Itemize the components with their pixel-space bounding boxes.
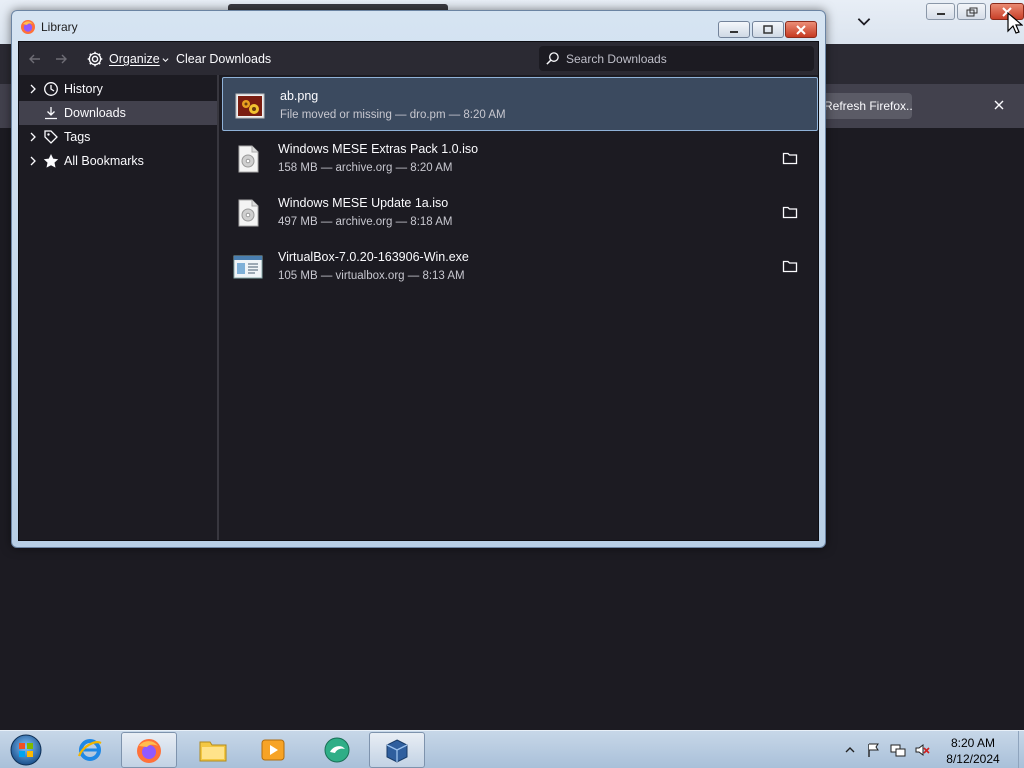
sidebar-item-history[interactable]: History	[19, 77, 217, 101]
sidebar-item-label: All Bookmarks	[64, 154, 144, 168]
show-desktop-button[interactable]	[1018, 731, 1024, 768]
folder-explorer-icon	[199, 741, 227, 762]
search-downloads-input[interactable]	[566, 51, 806, 66]
forward-arrow-icon	[56, 54, 67, 64]
clock-date: 8/12/2024	[946, 752, 1000, 766]
download-item[interactable]: ab.png File moved or missing — dro.pm — …	[222, 77, 818, 131]
internet-explorer-icon	[77, 739, 102, 761]
clock-time: 8:20 AM	[950, 736, 996, 750]
tab-list-chevron-icon[interactable]	[855, 12, 873, 30]
library-titlebar: Library	[20, 18, 78, 36]
sidebar-item-tags[interactable]: Tags	[19, 125, 217, 149]
sidebar-item-all-bookmarks[interactable]: All Bookmarks	[19, 149, 217, 173]
download-name: Windows MESE Update 1a.iso	[278, 196, 449, 210]
disc-file-icon	[238, 199, 259, 227]
notification-close-icon[interactable]	[992, 98, 1006, 112]
organize-button[interactable]: Organize	[86, 49, 169, 69]
sidebar-item-label: History	[64, 82, 103, 96]
search-icon	[546, 52, 559, 65]
library-minimize-button[interactable]	[718, 21, 750, 38]
taskbar-virtualbox[interactable]	[369, 732, 425, 768]
clear-downloads-button[interactable]: Clear Downloads	[176, 49, 271, 69]
image-file-icon	[235, 93, 265, 119]
taskbar: 8:20 AM 8/12/2024	[0, 730, 1024, 768]
downloads-list: ab.png File moved or missing — dro.pm — …	[221, 75, 818, 540]
refresh-firefox-button[interactable]: Refresh Firefox...	[812, 93, 912, 119]
sidebar-item-downloads[interactable]: Downloads	[19, 101, 217, 125]
volume-muted-icon[interactable]	[914, 742, 930, 758]
download-status: File moved or missing — dro.pm — 8:20 AM	[280, 109, 506, 121]
library-window: Library Organize Clear Downloads Search …	[11, 10, 826, 548]
download-status: 158 MB — archive.org — 8:20 AM	[278, 162, 453, 174]
download-item[interactable]: VirtualBox-7.0.20-163906-Win.exe 105 MB …	[221, 239, 818, 293]
messenger-icon	[324, 737, 350, 763]
download-item[interactable]: Windows MESE Extras Pack 1.0.iso 158 MB …	[221, 131, 818, 185]
sidebar-item-label: Tags	[64, 130, 91, 144]
media-player-icon	[261, 739, 285, 761]
download-status: 105 MB — virtualbox.org — 8:13 AM	[278, 270, 465, 282]
clock-icon	[44, 82, 58, 96]
taskbar-messenger[interactable]	[309, 732, 365, 768]
library-toolbar: Organize Clear Downloads	[19, 42, 818, 75]
firefox-logo-icon	[21, 20, 35, 34]
taskbar-media-player[interactable]	[245, 732, 301, 768]
tag-icon	[44, 130, 58, 144]
chevron-down-icon	[162, 57, 169, 62]
mouse-cursor-icon	[1007, 12, 1023, 34]
folder-icon[interactable]	[782, 204, 798, 220]
download-icon	[45, 107, 57, 120]
firefox-icon	[137, 739, 161, 763]
folder-icon[interactable]	[782, 258, 798, 274]
search-box[interactable]	[539, 46, 814, 71]
chevron-right-icon[interactable]	[28, 156, 38, 166]
taskbar-internet-explorer[interactable]	[62, 732, 118, 768]
gear-icon	[87, 51, 103, 67]
chevron-right-icon[interactable]	[28, 132, 38, 142]
library-body: Organize Clear Downloads History Downloa…	[18, 41, 819, 541]
forward-button[interactable]	[53, 49, 69, 69]
action-center-flag-icon[interactable]	[866, 742, 882, 758]
taskbar-firefox[interactable]	[121, 732, 177, 768]
download-name: Windows MESE Extras Pack 1.0.iso	[278, 142, 479, 156]
library-title: Library	[41, 20, 78, 34]
back-button[interactable]	[27, 49, 43, 69]
firefox-restore-button[interactable]	[957, 3, 986, 20]
exe-file-icon	[233, 255, 263, 279]
sidebar-item-label: Downloads	[64, 106, 126, 120]
download-item[interactable]: Windows MESE Update 1a.iso 497 MB — arch…	[221, 185, 818, 239]
firefox-minimize-button[interactable]	[926, 3, 955, 20]
folder-icon[interactable]	[782, 150, 798, 166]
library-sidebar: History Downloads Tags All Bookmarks	[19, 75, 219, 540]
library-maximize-button[interactable]	[752, 21, 784, 38]
star-icon	[43, 154, 59, 168]
download-name: VirtualBox-7.0.20-163906-Win.exe	[278, 250, 469, 264]
organize-label: Organize	[109, 52, 160, 66]
system-clock[interactable]: 8:20 AM 8/12/2024	[930, 735, 1016, 767]
download-status: 497 MB — archive.org — 8:18 AM	[278, 216, 453, 228]
virtualbox-icon	[386, 739, 408, 763]
back-arrow-icon	[29, 54, 40, 64]
network-icon[interactable]	[890, 742, 906, 758]
start-button-icon[interactable]	[6, 733, 46, 767]
show-hidden-icons-icon[interactable]	[844, 742, 856, 758]
download-name: ab.png	[280, 89, 319, 103]
taskbar-file-explorer[interactable]	[185, 732, 241, 768]
chevron-right-icon[interactable]	[28, 84, 38, 94]
disc-file-icon	[238, 145, 259, 173]
library-close-button[interactable]	[785, 21, 817, 38]
